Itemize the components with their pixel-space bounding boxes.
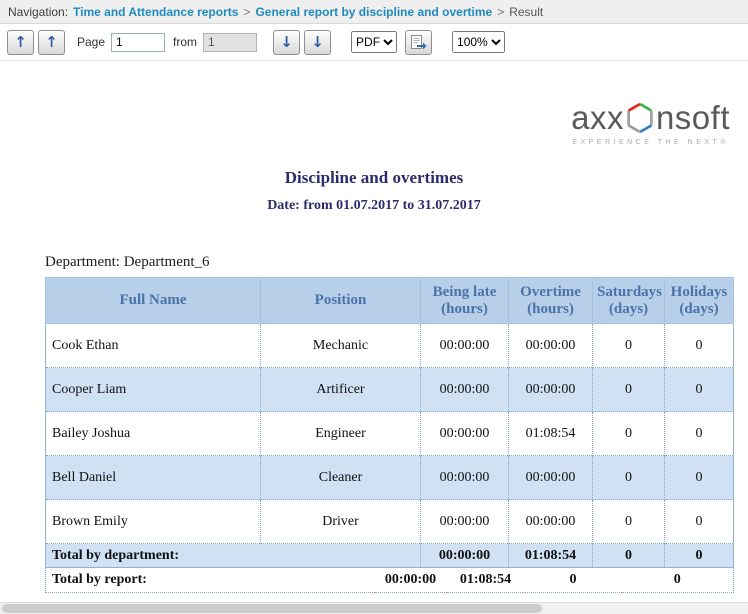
total-department-overtime: 01:08:54 [509,544,593,568]
cell-overtime: 00:00:00 [509,456,593,500]
total-report-saturdays: 0 [525,568,622,592]
cell-holidays: 0 [665,412,734,456]
total-by-report-row: Total by report: 00:00:00 01:08:54 0 0 [46,568,734,592]
cell-position: Engineer [261,412,421,456]
cell-being-late: 00:00:00 [421,324,509,368]
column-header-full-name: Full Name [46,278,261,324]
total-department-being-late: 00:00:00 [421,544,509,568]
column-header-holidays: Holidays (days) [665,278,734,324]
cell-saturdays: 0 [593,456,665,500]
column-header-position: Position [261,278,421,324]
table-row: Bailey Joshua Engineer 00:00:00 01:08:54… [46,412,734,456]
breadcrumb-separator: > [497,5,504,19]
hexagon-o-icon [626,102,654,134]
arrow-up-icon: ↑ [45,35,58,50]
arrow-up-icon: ↑ [14,35,27,50]
table-header-row: Full Name Position Being late (hours) Ov… [46,278,734,324]
horizontal-scrollbar-thumb[interactable] [2,604,542,613]
cell-being-late: 00:00:00 [421,412,509,456]
column-header-being-late: Being late (hours) [421,278,509,324]
cell-being-late: 00:00:00 [421,368,509,412]
total-department-label: Total by department: [46,544,421,568]
cell-saturdays: 0 [593,324,665,368]
page-label: Page [77,35,105,49]
total-report-label: Total by report: [46,568,375,592]
column-header-saturdays: Saturdays (days) [593,278,665,324]
logo-text-right: nsoft [656,101,730,134]
export-report-button[interactable] [405,30,432,55]
cell-holidays: 0 [665,324,734,368]
cell-overtime: 00:00:00 [509,324,593,368]
breadcrumb-link-time-attendance-reports[interactable]: Time and Attendance reports [73,5,238,19]
arrow-down-icon: ↓ [280,35,293,50]
breadcrumb-separator: > [243,5,250,19]
axxonsoft-logo: axx nsoft EXPERIENCE THE NEXT® [571,101,730,146]
breadcrumb: Navigation: Time and Attendance reports … [0,0,748,24]
from-label: from [173,35,197,49]
report-toolbar: ↑ ↑ Page from ↓ ↓ PDF 100% [0,24,748,61]
breadcrumb-link-general-report[interactable]: General report by discipline and overtim… [255,5,492,19]
cell-position: Mechanic [261,324,421,368]
logo-tagline: EXPERIENCE THE NEXT® [571,139,730,146]
cell-holidays: 0 [665,456,734,500]
cell-full-name: Bailey Joshua [46,412,261,456]
breadcrumb-label: Navigation: [8,5,68,19]
export-document-icon [410,34,427,50]
discipline-table: Full Name Position Being late (hours) Ov… [45,277,734,568]
cell-full-name: Cook Ethan [46,324,261,368]
total-pages-input [203,33,257,52]
total-report-overtime: 01:08:54 [447,568,525,592]
logo-text-left: axx [571,101,624,134]
first-page-button[interactable]: ↑ [7,30,34,55]
breadcrumb-current: Result [509,5,543,19]
total-department-saturdays: 0 [593,544,665,568]
column-header-overtime: Overtime (hours) [509,278,593,324]
cell-saturdays: 0 [593,368,665,412]
page-number-input[interactable] [111,33,165,52]
cell-position: Artificer [261,368,421,412]
cell-holidays: 0 [665,500,734,544]
horizontal-scrollbar[interactable] [0,602,748,614]
cell-being-late: 00:00:00 [421,500,509,544]
cell-full-name: Cooper Liam [46,368,261,412]
report-page: axx nsoft EXPERIENCE THE NEXT® Disciplin… [0,61,748,593]
arrow-down-icon: ↓ [311,35,324,50]
table-row: Bell Daniel Cleaner 00:00:00 00:00:00 0 … [46,456,734,500]
department-label: Department: Department_6 [45,254,748,271]
table-row: Cook Ethan Mechanic 00:00:00 00:00:00 0 … [46,324,734,368]
cell-holidays: 0 [665,368,734,412]
report-title: Discipline and overtimes [0,168,748,188]
cell-position: Driver [261,500,421,544]
report-date-range: Date: from 01.07.2017 to 31.07.2017 [0,198,748,214]
cell-position: Cleaner [261,456,421,500]
cell-overtime: 00:00:00 [509,500,593,544]
cell-overtime: 01:08:54 [509,412,593,456]
table-row: Cooper Liam Artificer 00:00:00 00:00:00 … [46,368,734,412]
total-department-holidays: 0 [665,544,734,568]
cell-overtime: 00:00:00 [509,368,593,412]
table-row: Brown Emily Driver 00:00:00 00:00:00 0 0 [46,500,734,544]
total-by-department-row: Total by department: 00:00:00 01:08:54 0… [46,544,734,568]
last-page-button[interactable]: ↓ [304,30,331,55]
zoom-select[interactable]: 100% [452,31,505,53]
total-report-being-late: 00:00:00 [375,568,447,592]
next-page-button[interactable]: ↓ [273,30,300,55]
cell-saturdays: 0 [593,500,665,544]
cell-saturdays: 0 [593,412,665,456]
total-by-report-table: Total by report: 00:00:00 01:08:54 0 0 [45,568,734,593]
cell-full-name: Brown Emily [46,500,261,544]
cell-full-name: Bell Daniel [46,456,261,500]
export-format-select[interactable]: PDF [351,31,397,53]
cell-being-late: 00:00:00 [421,456,509,500]
previous-page-button[interactable]: ↑ [38,30,65,55]
total-report-holidays: 0 [622,568,734,592]
